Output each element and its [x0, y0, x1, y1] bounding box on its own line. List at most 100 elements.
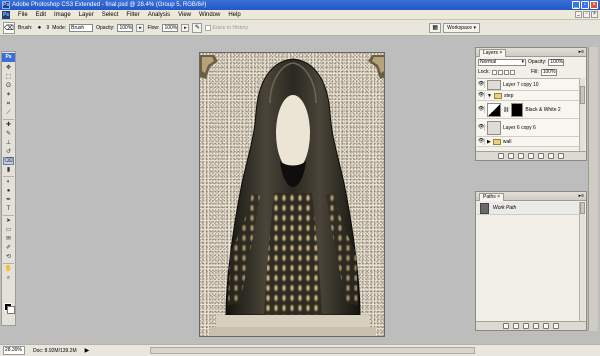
- brush-tool-icon[interactable]: ✎: [3, 130, 14, 138]
- notes-tool-icon[interactable]: ✉: [3, 235, 14, 243]
- history-brush-tool-icon[interactable]: ↺: [3, 148, 14, 156]
- type-tool-icon[interactable]: T: [3, 205, 14, 213]
- link-layers-icon[interactable]: [498, 153, 504, 159]
- window-title-bar[interactable]: Ps Adobe Photoshop CS3 Extended - final.…: [0, 0, 600, 10]
- mode-select[interactable]: Brush: [69, 23, 94, 32]
- 3d-rotate-tool-icon[interactable]: ⟲: [3, 253, 14, 261]
- eye-icon[interactable]: 👁: [478, 138, 485, 145]
- minimize-button[interactable]: _: [572, 1, 580, 9]
- new-group-icon[interactable]: [538, 153, 544, 159]
- erase-to-history-option[interactable]: Erase to History: [205, 24, 248, 31]
- eye-icon[interactable]: 👁: [478, 124, 485, 131]
- layer-row[interactable]: 👁 Layer 6 copy 6: [477, 119, 580, 137]
- paths-panel-menu-icon[interactable]: ▸≡: [579, 193, 584, 199]
- lock-position-icon[interactable]: [503, 69, 509, 75]
- shape-tool-icon[interactable]: ▭: [3, 226, 14, 234]
- marquee-tool-icon[interactable]: ⬚: [3, 73, 14, 81]
- scrollbar-thumb[interactable]: [580, 86, 585, 104]
- menu-view[interactable]: View: [174, 12, 195, 18]
- menu-file[interactable]: File: [14, 12, 32, 18]
- lasso-tool-icon[interactable]: ʘ: [3, 82, 14, 90]
- menu-analysis[interactable]: Analysis: [144, 12, 174, 18]
- stroke-path-icon[interactable]: [513, 323, 519, 329]
- layers-scrollbar[interactable]: [579, 78, 585, 151]
- doc-minimize-button[interactable]: _: [575, 11, 582, 18]
- disclosure-triangle-icon[interactable]: ▼: [487, 93, 492, 99]
- menu-select[interactable]: Select: [98, 12, 123, 18]
- lock-pixels-icon[interactable]: [497, 69, 503, 75]
- flow-arrow-button[interactable]: ▸: [181, 23, 190, 32]
- layer-row[interactable]: 👁 ⛓ Black & White 2: [477, 101, 580, 119]
- menu-image[interactable]: Image: [50, 12, 75, 18]
- doc-close-button[interactable]: ×: [591, 11, 598, 18]
- clone-stamp-tool-icon[interactable]: ⊥: [3, 139, 14, 147]
- crop-tool-icon[interactable]: ⌗: [3, 100, 14, 108]
- hand-tool-icon[interactable]: ✋: [3, 265, 14, 273]
- lock-transparency-icon[interactable]: [491, 69, 497, 75]
- close-button[interactable]: ×: [590, 1, 598, 9]
- load-selection-icon[interactable]: [523, 323, 529, 329]
- erase-to-history-checkbox[interactable]: [205, 24, 212, 31]
- collapsed-panel-dock[interactable]: [588, 47, 598, 331]
- status-menu-arrow-icon[interactable]: ▶: [85, 347, 90, 354]
- layers-panel-menu-icon[interactable]: ▸≡: [579, 49, 584, 55]
- eraser-tool-icon[interactable]: ⌫: [3, 157, 14, 165]
- new-path-icon[interactable]: [543, 323, 549, 329]
- menu-edit[interactable]: Edit: [32, 12, 50, 18]
- menu-filter[interactable]: Filter: [122, 12, 143, 18]
- path-row[interactable]: Work Path: [477, 202, 580, 215]
- opacity-field[interactable]: 100%: [117, 23, 134, 32]
- menu-window[interactable]: Window: [195, 12, 224, 18]
- airbrush-toggle[interactable]: ✎: [192, 22, 203, 33]
- trash-icon[interactable]: [558, 153, 564, 159]
- zoom-tool-icon[interactable]: ⌕: [3, 274, 14, 282]
- move-tool-icon[interactable]: ✥: [3, 64, 14, 72]
- lock-all-icon[interactable]: [509, 69, 515, 75]
- eyedropper-tool-icon[interactable]: ✐: [3, 244, 14, 252]
- menu-layer[interactable]: Layer: [75, 12, 98, 18]
- disclosure-triangle-icon[interactable]: ▶: [487, 139, 491, 145]
- workspace-menu-button[interactable]: Workspace ▾: [443, 23, 480, 33]
- pen-tool-icon[interactable]: ✒: [3, 196, 14, 204]
- trash-icon[interactable]: [553, 323, 559, 329]
- layer-row[interactable]: 👁 Layer 7 copy 10: [477, 79, 580, 91]
- horizontal-scrollbar[interactable]: [150, 347, 475, 354]
- toolbox-ps-badge[interactable]: Ps: [2, 53, 15, 62]
- gradient-tool-icon[interactable]: ▮: [3, 166, 14, 174]
- blur-tool-icon[interactable]: ◐: [3, 178, 14, 186]
- menu-help[interactable]: Help: [224, 12, 244, 18]
- paths-scrollbar[interactable]: [579, 202, 585, 322]
- layer-fill-field[interactable]: 100%: [540, 68, 557, 76]
- adjustment-layer-button-icon[interactable]: [528, 153, 534, 159]
- layer-group-row[interactable]: 👁 ▶ wall: [477, 137, 580, 147]
- background-color-swatch[interactable]: [7, 306, 15, 314]
- tool-preset-picker[interactable]: ⌫: [3, 21, 15, 34]
- palette-well-icon[interactable]: ▦: [429, 23, 442, 33]
- add-mask-icon[interactable]: [518, 153, 524, 159]
- fill-path-icon[interactable]: [503, 323, 509, 329]
- dodge-tool-icon[interactable]: ●: [3, 187, 14, 195]
- magic-wand-tool-icon[interactable]: ✶: [3, 91, 14, 99]
- slice-tool-icon[interactable]: ⟋: [3, 109, 14, 117]
- layer-group-row[interactable]: 👁 ▼ step: [477, 91, 580, 101]
- path-selection-tool-icon[interactable]: ➤: [3, 217, 14, 225]
- eye-icon[interactable]: 👁: [478, 92, 485, 99]
- healing-brush-tool-icon[interactable]: ✚: [3, 121, 14, 129]
- blend-mode-select[interactable]: Normal ▾: [478, 58, 526, 66]
- make-work-path-icon[interactable]: [533, 323, 539, 329]
- brush-preset-picker[interactable]: ●: [35, 24, 43, 32]
- doc-restore-button[interactable]: ▫: [583, 11, 590, 18]
- layer-style-icon[interactable]: [508, 153, 514, 159]
- eye-icon[interactable]: 👁: [478, 81, 485, 88]
- new-layer-icon[interactable]: [548, 153, 554, 159]
- tab-layers[interactable]: Layers ×: [479, 49, 507, 57]
- zoom-level-field[interactable]: 28.39%: [3, 346, 25, 355]
- layer-opacity-field[interactable]: 100%: [548, 58, 565, 66]
- maximize-button[interactable]: ▫: [581, 1, 589, 9]
- tab-paths[interactable]: Paths ×: [479, 193, 505, 201]
- flow-field[interactable]: 100%: [162, 23, 179, 32]
- scrollbar-thumb[interactable]: [580, 202, 585, 214]
- opacity-arrow-button[interactable]: ▸: [136, 23, 145, 32]
- eye-icon[interactable]: 👁: [478, 106, 485, 113]
- document-canvas[interactable]: [199, 52, 385, 337]
